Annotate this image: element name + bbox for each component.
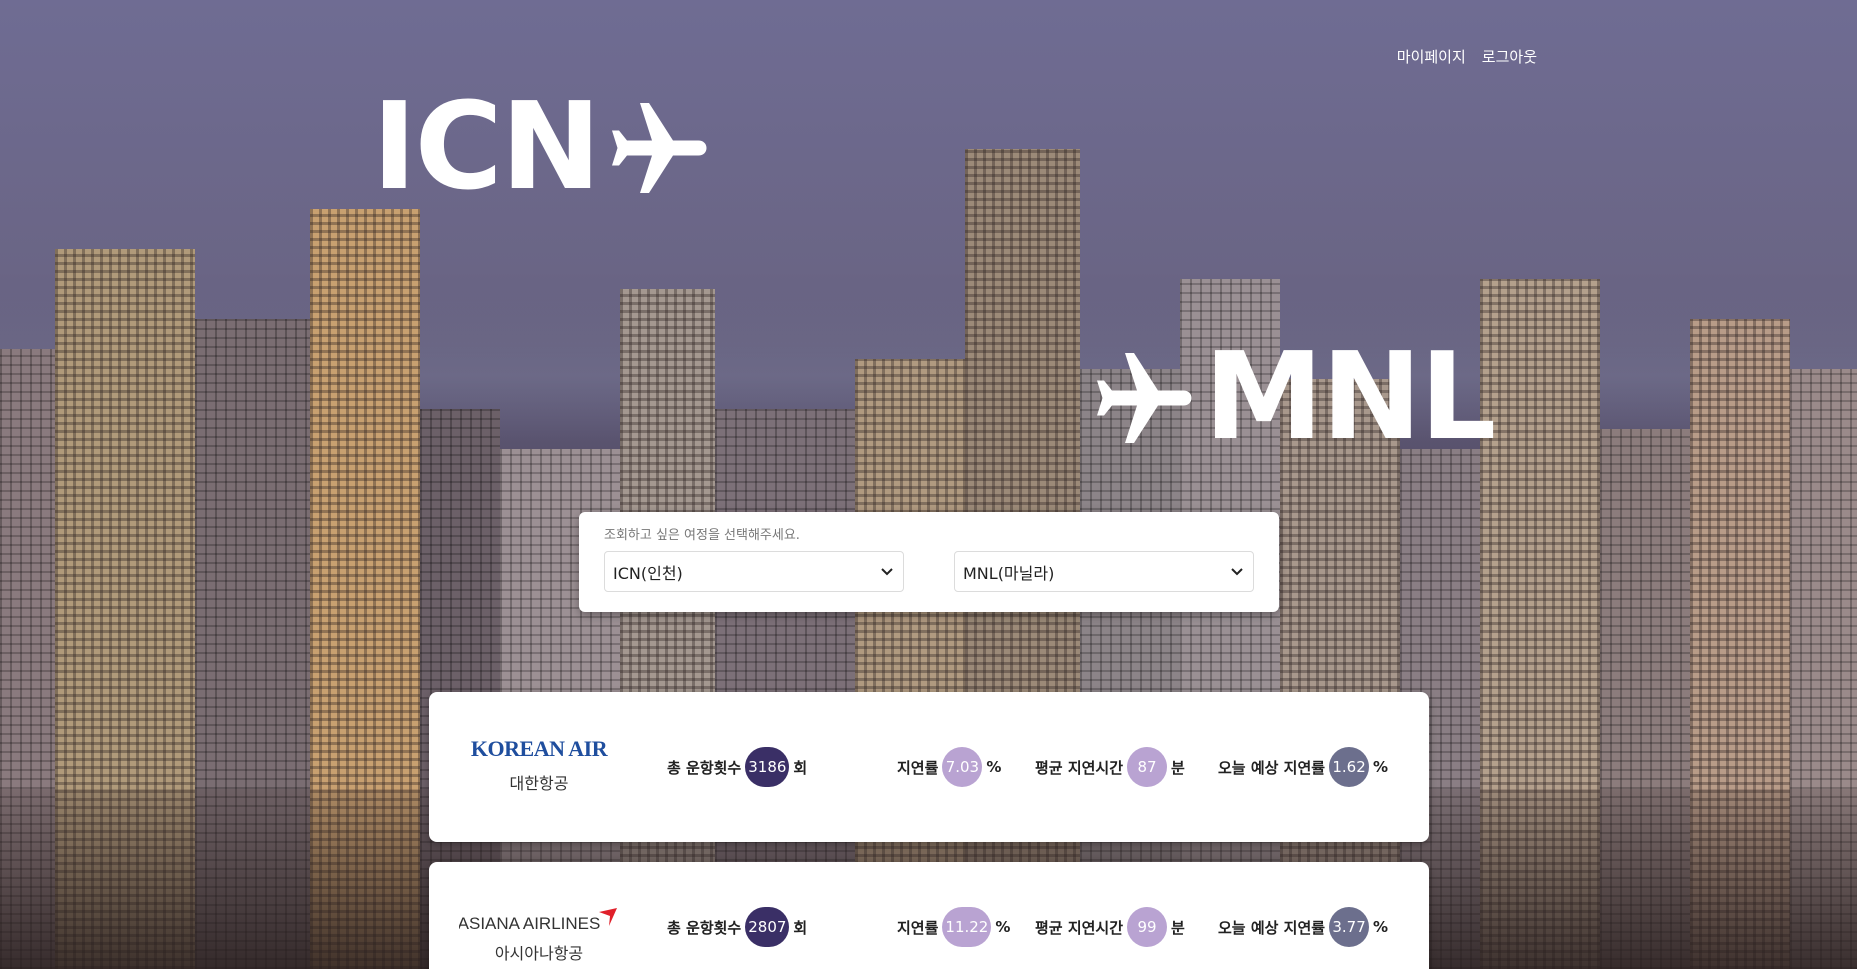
avg-delay-label: 평균 지연시간	[1035, 918, 1124, 937]
expected-delay-value: 3.77	[1329, 907, 1370, 947]
total-flights-value: 2807	[745, 907, 790, 947]
airline-card[interactable]: KOREAN AIR 대한항공 총 운항횟수 3186 회 지연률 7.03 %…	[429, 692, 1429, 842]
total-flights-unit: 회	[793, 758, 808, 777]
expected-delay-unit: %	[1373, 758, 1389, 776]
delay-rate-label: 지연률	[897, 918, 939, 937]
avg-delay-unit: 분	[1171, 758, 1185, 777]
airplane-icon	[1097, 353, 1192, 443]
total-flights-label: 총 운항횟수	[667, 758, 742, 777]
destination-code: MNL	[1204, 328, 1496, 467]
avg-delay-value: 99	[1127, 907, 1168, 947]
airline-logo: KOREAN AIR 대한항공	[459, 736, 619, 794]
expected-delay-unit: %	[1373, 918, 1389, 936]
origin-select-value: ICN(인천)	[613, 563, 683, 583]
mypage-link[interactable]: 마이페이지	[1397, 46, 1466, 67]
airplane-icon	[612, 103, 707, 193]
total-flights-stat: 총 운항횟수 2807 회	[667, 852, 807, 969]
airline-name: 아시아나항공	[494, 944, 584, 963]
selector-hint: 조회하고 싶은 여정을 선택해주세요.	[604, 528, 800, 543]
expected-delay-stat: 오늘 예상 지연률 3.77 %	[1218, 852, 1388, 969]
avg-delay-stat: 평균 지연시간 87 분	[1035, 692, 1185, 842]
delay-rate-value: 11.22	[942, 907, 992, 947]
expected-delay-label: 오늘 예상 지연률	[1218, 918, 1326, 937]
svg-text:ASIANA AIRLINES: ASIANA AIRLINES	[459, 914, 600, 933]
chevron-down-icon	[1231, 567, 1243, 575]
airline-logo: ASIANA AIRLINES 아시아나항공	[458, 904, 619, 964]
avg-delay-label: 평균 지연시간	[1035, 758, 1124, 777]
delay-rate-label: 지연률	[897, 758, 939, 777]
airline-card[interactable]: ASIANA AIRLINES 아시아나항공 총 운항횟수 2807 회 지연률…	[429, 862, 1429, 969]
delay-rate-unit: %	[986, 758, 1002, 776]
delay-rate-stat: 지연률 11.22 %	[897, 852, 1010, 969]
origin-heading: ICN	[372, 88, 719, 208]
airline-name: 대한항공	[509, 774, 569, 793]
expected-delay-label: 오늘 예상 지연률	[1218, 758, 1326, 777]
delay-rate-value: 7.03	[942, 747, 983, 787]
origin-select[interactable]: ICN(인천)	[604, 551, 904, 592]
origin-code: ICN	[372, 78, 601, 217]
route-selector: 조회하고 싶은 여정을 선택해주세요. ICN(인천) MNL(마닐라)	[579, 512, 1279, 612]
total-flights-value: 3186	[745, 747, 790, 787]
total-flights-unit: 회	[793, 918, 808, 937]
total-flights-stat: 총 운항횟수 3186 회	[667, 692, 807, 842]
total-flights-label: 총 운항횟수	[667, 918, 742, 937]
avg-delay-unit: 분	[1171, 918, 1185, 937]
avg-delay-stat: 평균 지연시간 99 분	[1035, 852, 1185, 969]
destination-select-value: MNL(마닐라)	[963, 563, 1055, 583]
chevron-down-icon	[881, 567, 893, 575]
svg-text:KOREAN AIR: KOREAN AIR	[471, 736, 609, 760]
korean-air-logo: KOREAN AIR	[471, 736, 609, 761]
delay-rate-stat: 지연률 7.03 %	[897, 692, 1001, 842]
expected-delay-value: 1.62	[1329, 747, 1370, 787]
destination-heading: MNL	[1084, 338, 1496, 458]
destination-select[interactable]: MNL(마닐라)	[954, 551, 1254, 592]
expected-delay-stat: 오늘 예상 지연률 1.62 %	[1218, 692, 1388, 842]
delay-rate-unit: %	[995, 918, 1011, 936]
avg-delay-value: 87	[1127, 747, 1168, 787]
logout-link[interactable]: 로그아웃	[1482, 46, 1537, 67]
asiana-logo: ASIANA AIRLINES	[458, 908, 617, 933]
top-nav: 마이페이지 로그아웃	[1397, 46, 1537, 67]
